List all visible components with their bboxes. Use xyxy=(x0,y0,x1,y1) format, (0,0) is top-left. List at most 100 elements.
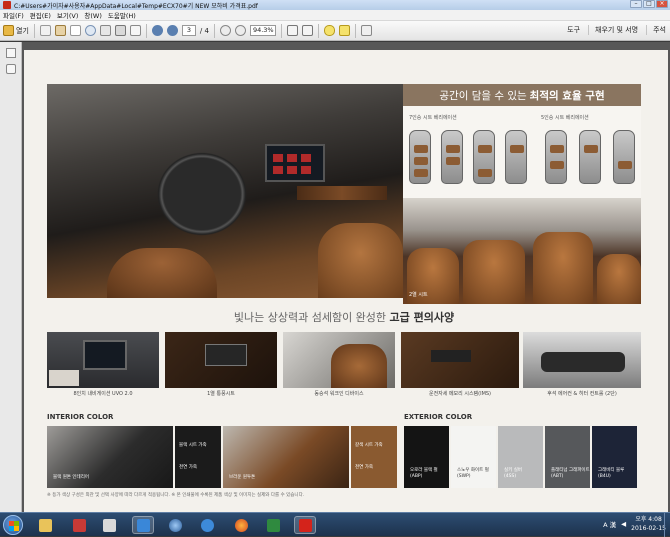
acrobat-app-icon xyxy=(3,1,11,9)
maximize-button[interactable]: □ xyxy=(643,0,655,8)
feature-thumb-rear-ac xyxy=(523,332,641,388)
page-number-input[interactable]: 3 xyxy=(181,25,196,36)
zoom-in-icon[interactable] xyxy=(234,25,246,36)
volume-icon[interactable]: ◀ xyxy=(621,520,626,528)
main-toolbar: 열기 3 / 4 94.3% 도구 채우기 및 서명 주석 xyxy=(0,21,670,41)
fit-page-icon[interactable] xyxy=(286,25,298,36)
cloud-icon[interactable] xyxy=(84,25,96,36)
seat5-label: 5인승 시트 베리에이션 xyxy=(541,115,589,121)
email-icon[interactable] xyxy=(129,25,141,36)
menu-help[interactable]: 도움말(H) xyxy=(108,10,136,20)
feature-caption: 후석 에어컨 & 히터 컨트롤 (2단) xyxy=(547,391,617,397)
exterior-swatch-label: 실키 실버 (4SS) xyxy=(504,468,522,480)
toolbar-divider xyxy=(145,23,147,38)
save-icon[interactable] xyxy=(99,25,111,36)
exterior-swatch: 스노우 화이트 펄 (SWP) xyxy=(451,426,496,488)
headline-bold: 최적의 효율 구현 xyxy=(529,89,605,102)
toolbar-divider xyxy=(280,23,282,38)
taskbar-explorer[interactable] xyxy=(34,516,56,534)
create-pdf-icon[interactable] xyxy=(39,25,51,36)
minimize-button[interactable]: – xyxy=(630,0,642,8)
page-thumbnails-icon[interactable] xyxy=(5,48,16,58)
menu-bar: 파일(F) 편집(E) 보기(V) 창(W) 도움말(H) xyxy=(0,10,670,21)
fit-width-icon[interactable] xyxy=(301,25,313,36)
interior-swatch-label: 갈색 시트 가죽 xyxy=(355,443,383,448)
rear-seats-photo: 2열 시트 xyxy=(403,198,641,304)
subhead-bold: 고급 편의사양 xyxy=(389,311,455,324)
car-diagram xyxy=(579,130,601,184)
taskbar-firefox[interactable] xyxy=(230,516,252,534)
fill-sign-pane-button[interactable]: 채우기 및 서명 xyxy=(588,25,638,35)
comment-bubble-icon[interactable] xyxy=(323,25,335,36)
car-diagram xyxy=(409,130,431,184)
car-diagram xyxy=(473,130,495,184)
taskbar-internet-explorer[interactable] xyxy=(196,516,218,534)
interior-swatch-black: 블랙 시트 가죽 천연 가죽 xyxy=(175,426,221,488)
zoom-level-select[interactable]: 94.3% xyxy=(249,25,276,36)
tools-pane-button[interactable]: 도구 xyxy=(561,25,580,35)
feature-thumb-ims xyxy=(401,332,519,388)
passenger-seat xyxy=(318,223,403,298)
interior-swatch-sub: 천연 가죽 xyxy=(179,465,197,470)
print-icon[interactable] xyxy=(114,25,126,36)
internet-explorer-icon xyxy=(200,518,214,532)
system-tray: A 漢 ◀ 오후 4:08 2016-02-15 xyxy=(603,515,666,533)
open-label: 열기 xyxy=(16,26,29,35)
attachments-icon[interactable] xyxy=(5,64,16,74)
car-diagram xyxy=(441,130,463,184)
window-titlebar: C:#Users#가이자#사용자#AppData#Local#Temp#ECX7… xyxy=(0,0,670,10)
car-diagram xyxy=(545,130,567,184)
highlight-icon[interactable] xyxy=(338,25,350,36)
document-viewport[interactable]: 공간이 담을 수 있는 최적의 효율 구현 7인승 시트 베리에이션 5인승 시… xyxy=(22,42,670,512)
edit-pdf-icon[interactable] xyxy=(69,25,81,36)
prev-page-icon[interactable] xyxy=(151,25,163,36)
feature-caption: 8인치 내비게이션 UVO 2.0 xyxy=(73,391,133,397)
taskbar-messenger[interactable] xyxy=(132,516,154,534)
menu-view[interactable]: 보기(V) xyxy=(57,10,78,20)
exterior-swatch-label: 그래비티 블루 (B4U) xyxy=(598,468,624,480)
next-page-icon[interactable] xyxy=(166,25,178,36)
taskbar-excel[interactable] xyxy=(262,516,284,534)
ime-indicator[interactable]: A 漢 xyxy=(603,519,616,529)
exterior-swatch-label: 플래티넘 그래파이트 (ABT) xyxy=(551,468,590,480)
feature-caption: 1열 통풍시트 xyxy=(207,391,235,397)
expand-icon[interactable] xyxy=(360,25,372,36)
menu-file[interactable]: 파일(F) xyxy=(3,10,24,20)
wood-trim xyxy=(297,186,387,200)
toolbar-divider xyxy=(317,23,319,38)
exterior-swatch: 실키 실버 (4SS) xyxy=(498,426,543,488)
clock[interactable]: 오후 4:08 2016-02-15 xyxy=(631,515,666,533)
combine-files-icon[interactable] xyxy=(54,25,66,36)
navigation-sidebar xyxy=(0,42,22,512)
taskbar-network[interactable] xyxy=(164,516,186,534)
excel-icon xyxy=(266,518,280,532)
task-panes: 도구 채우기 및 서명 주석 xyxy=(561,25,666,35)
front-seat xyxy=(107,248,217,298)
feature-thumb-walk-in xyxy=(283,332,395,388)
feature-caption: 운전자세 메모리 시스템(IMS) xyxy=(428,391,492,397)
zoom-out-icon[interactable] xyxy=(219,25,231,36)
folder-icon xyxy=(3,25,14,36)
open-button[interactable]: 열기 xyxy=(3,25,29,36)
navigation-screen xyxy=(265,144,325,182)
exterior-swatch-label: 오로라 블랙 펄 (ABP) xyxy=(410,468,438,480)
car-diagram xyxy=(613,130,635,184)
taskbar-pdf-tool[interactable] xyxy=(68,516,90,534)
taskbar-media-player[interactable] xyxy=(98,516,120,534)
exterior-swatch-code: (ABP) xyxy=(410,474,423,479)
start-button[interactable] xyxy=(3,515,23,535)
menu-edit[interactable]: 편집(E) xyxy=(30,10,51,20)
firefox-icon xyxy=(234,518,248,532)
taskbar-acrobat[interactable] xyxy=(294,516,316,534)
menu-window[interactable]: 창(W) xyxy=(84,10,101,20)
messenger-icon xyxy=(136,518,150,532)
interior-swatch-brown: 갈색 시트 가죽 천연 가죽 xyxy=(351,426,397,488)
close-button[interactable]: × xyxy=(656,0,668,8)
show-desktop-button[interactable] xyxy=(664,513,670,537)
window-title: C:#Users#가이자#사용자#AppData#Local#Temp#ECX7… xyxy=(14,2,258,10)
brochure-footnote: ※ 등가 색상 구성은 외관 및 선택 사양에 따라 다르게 적용됩니다. ※ … xyxy=(47,493,305,498)
clock-date: 2016-02-15 xyxy=(631,525,666,532)
window-controls: – □ × xyxy=(630,0,668,8)
exterior-color-title: EXTERIOR COLOR xyxy=(404,413,473,421)
comment-pane-button[interactable]: 주석 xyxy=(646,25,666,35)
